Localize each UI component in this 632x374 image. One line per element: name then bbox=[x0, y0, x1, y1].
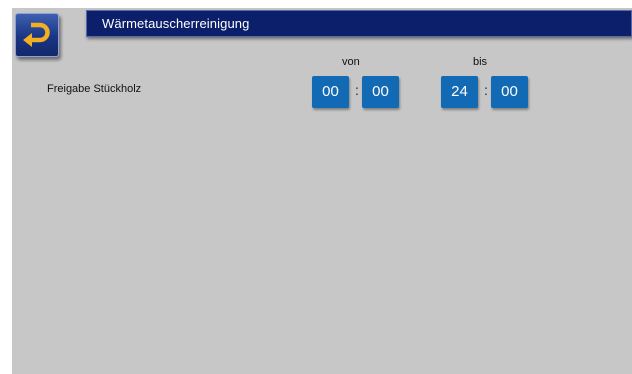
time-separator: : bbox=[484, 82, 488, 98]
title-bar: Wärmetauscherreinigung bbox=[86, 10, 632, 37]
screen: Wärmetauscherreinigung von bis Freigabe … bbox=[12, 8, 632, 374]
to-hours-field[interactable]: 24 bbox=[441, 76, 478, 108]
row-label-freigabe-stueckholz: Freigabe Stückholz bbox=[47, 83, 142, 95]
column-header-bis: bis bbox=[473, 56, 488, 68]
from-minutes-field[interactable]: 00 bbox=[362, 76, 399, 108]
return-arrow-icon bbox=[23, 22, 50, 47]
time-separator: : bbox=[355, 82, 359, 98]
back-button[interactable] bbox=[15, 13, 59, 57]
from-hours-field[interactable]: 00 bbox=[312, 76, 349, 108]
to-minutes-field[interactable]: 00 bbox=[491, 76, 528, 108]
page-title: Wärmetauscherreinigung bbox=[102, 16, 250, 31]
column-header-von: von bbox=[342, 56, 360, 68]
